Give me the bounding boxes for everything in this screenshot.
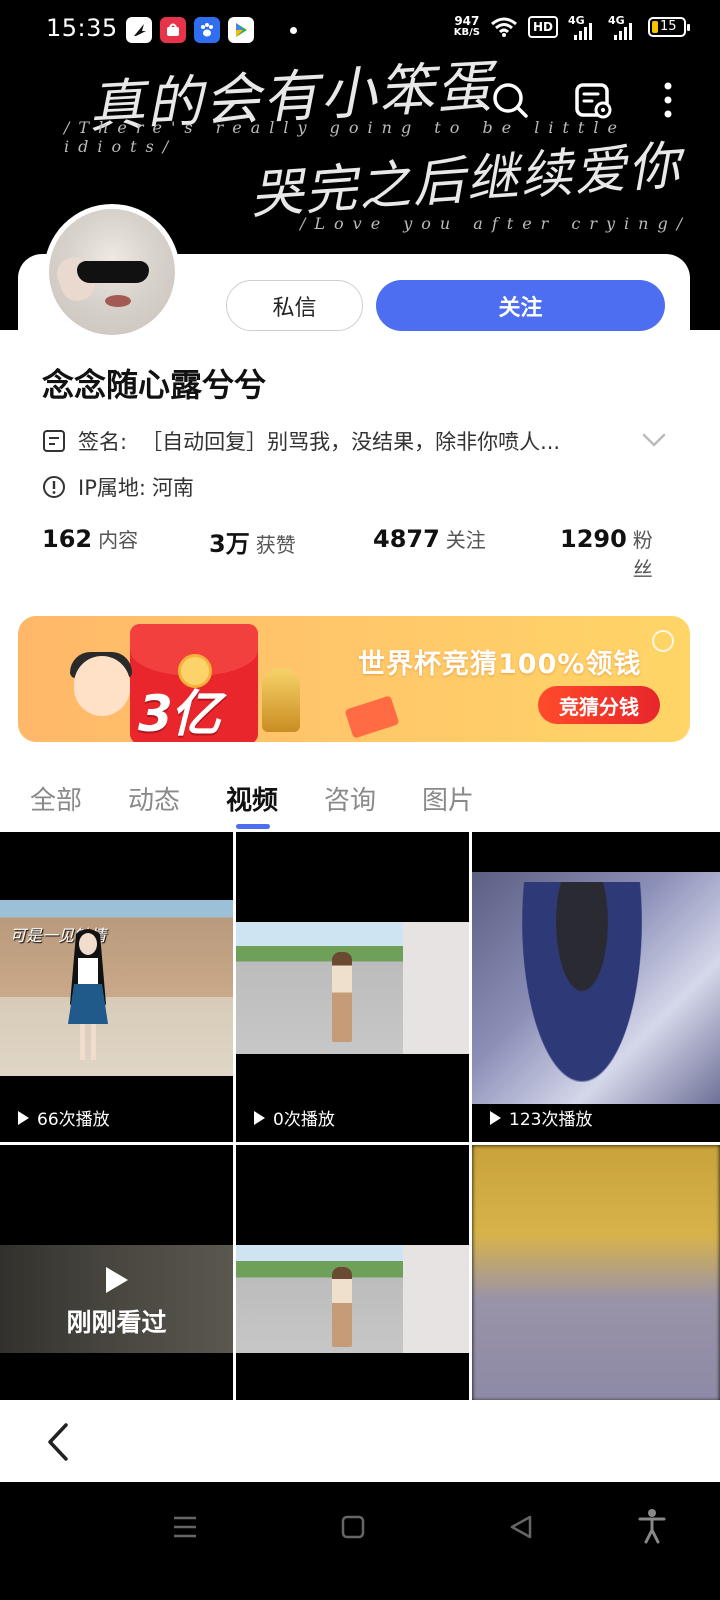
banner-amount: 3亿 (138, 685, 221, 742)
video-card[interactable]: 刚刚看过 (0, 1145, 233, 1400)
video-card[interactable]: 123次播放 (472, 832, 720, 1142)
home-square-icon[interactable] (340, 1514, 366, 1540)
active-tab-indicator (236, 824, 270, 829)
ip-location-row: IP属地: 河南 (42, 472, 194, 502)
battery-level (652, 21, 658, 33)
play-icon (106, 1267, 128, 1293)
play-count: 66次播放 (18, 1105, 110, 1130)
signature-icon (43, 430, 65, 452)
play-store-icon (228, 17, 254, 43)
stat-value: 162 (42, 525, 93, 553)
chevron-down-icon[interactable] (642, 432, 666, 448)
close-icon[interactable] (652, 630, 674, 652)
play-icon (254, 1110, 265, 1125)
game-menu-panel (403, 922, 469, 1054)
signature-text: ［自动回复］别骂我，没结果，除非你喷人... (141, 430, 561, 454)
wifi-icon (491, 17, 517, 37)
video-thumbnail (472, 1145, 720, 1400)
accessibility-icon[interactable] (638, 1508, 666, 1544)
play-icon (490, 1110, 501, 1125)
stat-label: 粉丝 (632, 528, 653, 581)
play-count-text: 0次播放 (273, 1110, 335, 1130)
signal-2-icon: 4G (608, 14, 638, 40)
back-triangle-icon[interactable] (508, 1514, 534, 1540)
signature-label: 签名: (78, 430, 128, 454)
net-speed-unit: KB/S (453, 27, 480, 38)
banner-title: 世界杯竞猜100%领钱 (358, 649, 642, 680)
stat-value: 3万 (209, 530, 250, 558)
anime-girl-figure (332, 1267, 352, 1347)
game-menu-panel (403, 1245, 469, 1353)
net-speed: 947 KB/S (454, 15, 480, 39)
anime-girl-figure (68, 929, 108, 1060)
play-count-text: 66次播放 (37, 1110, 110, 1130)
bottom-back-bar (0, 1400, 720, 1482)
baidu-paw-icon (194, 17, 220, 43)
ip-label: IP属地: (78, 476, 146, 500)
profile-card-icon[interactable] (574, 80, 614, 120)
tab-images[interactable]: 图片 (422, 780, 474, 817)
hd-badge: HD (527, 16, 558, 38)
stat-value: 4877 (373, 525, 440, 553)
stat-content[interactable]: 162 内容 (42, 524, 138, 553)
notification-dot-icon (290, 26, 297, 34)
video-grid: 可是一见钟情 66次播放 0次播放 123次播放 刚刚看过 (0, 832, 720, 1400)
shop-app-icon (160, 17, 186, 43)
stat-label: 获赞 (255, 533, 296, 557)
message-button[interactable]: 私信 (226, 280, 363, 331)
trophy-icon (262, 668, 300, 732)
stat-following[interactable]: 4877 关注 (373, 524, 486, 553)
play-count: 0次播放 (254, 1105, 335, 1130)
battery-icon: 15 (648, 17, 690, 37)
content-tabs: 全部 动态 视频 咨询 图片 (0, 758, 720, 832)
stat-likes[interactable]: 3万 获赞 (209, 524, 296, 559)
username: 念念随心露兮兮 (42, 366, 267, 404)
cover-text-line2-en: /Love you after crying/ (300, 214, 692, 233)
stat-followers[interactable]: 1290 粉丝 (560, 524, 666, 582)
stat-value: 1290 (560, 525, 627, 553)
video-card[interactable] (236, 1145, 469, 1400)
play-icon (18, 1110, 29, 1125)
promo-banner[interactable]: 3亿 世界杯竞猜100%领钱 竞猜分钱 (18, 616, 690, 742)
tab-all[interactable]: 全部 (30, 780, 82, 817)
menu-icon[interactable] (172, 1514, 198, 1540)
follow-button[interactable]: 关注 (376, 280, 665, 331)
anime-girl-figure (332, 952, 352, 1042)
anime-girl-figure (522, 882, 642, 1082)
status-time: 15:35 (46, 14, 118, 42)
status-bar: 15:35 947 KB/S HD 4G 4G 15 (0, 0, 720, 62)
avatar-image (49, 209, 175, 335)
more-vertical-icon[interactable] (656, 80, 680, 120)
cartoon-kid-face (74, 656, 130, 716)
search-icon[interactable] (490, 80, 530, 120)
signature-row[interactable]: 签名: ［自动回复］别骂我，没结果，除非你喷人... (42, 426, 560, 456)
ip-value: 河南 (151, 476, 194, 500)
tab-news[interactable]: 咨询 (324, 780, 376, 817)
stat-label: 内容 (98, 528, 139, 552)
stat-label: 关注 (445, 528, 486, 552)
info-icon (43, 476, 65, 498)
ticket-icon (344, 695, 400, 739)
video-card[interactable] (472, 1145, 720, 1400)
status-indicators: 947 KB/S HD 4G 4G 15 (454, 14, 690, 40)
recently-watched-label: 刚刚看过 (66, 1308, 167, 1337)
stats-row: 162 内容 3万 获赞 4877 关注 1290 粉丝 (42, 524, 666, 581)
banner-cta-button[interactable]: 竞猜分钱 (538, 686, 660, 724)
video-card[interactable]: 0次播放 (236, 832, 469, 1142)
feather-app-icon (126, 17, 152, 43)
tab-videos[interactable]: 视频 (226, 780, 278, 817)
signal-1-icon: 4G (568, 14, 598, 40)
status-app-icons (126, 17, 297, 43)
tab-dynamics[interactable]: 动态 (128, 780, 180, 817)
system-nav-bar (0, 1482, 720, 1600)
video-card[interactable]: 可是一见钟情 66次播放 (0, 832, 233, 1142)
net-speed-value: 947 (454, 14, 480, 28)
play-count-text: 123次播放 (509, 1110, 593, 1130)
avatar[interactable] (44, 204, 180, 340)
back-arrow-icon[interactable] (42, 1422, 74, 1462)
battery-percent: 15 (660, 19, 677, 34)
play-count: 123次播放 (490, 1105, 592, 1130)
